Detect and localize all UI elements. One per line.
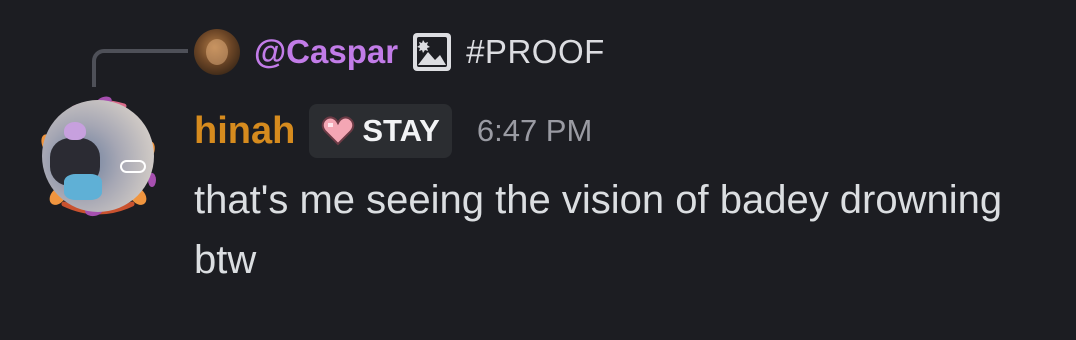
reply-preview[interactable]: @Caspar #PROOF — [194, 26, 605, 78]
reply-content[interactable]: #PROOF — [466, 33, 605, 71]
avatar-photo — [42, 100, 154, 212]
message-header: hinah STAY 6:47 PM — [194, 104, 592, 158]
author-avatar[interactable] — [34, 92, 162, 220]
reply-author-avatar[interactable] — [194, 29, 240, 75]
message-content: that's me seeing the vision of badey dro… — [194, 178, 1003, 282]
role-tag-label: STAY — [362, 113, 440, 148]
role-tag[interactable]: STAY — [309, 104, 452, 158]
chat-message: @Caspar #PROOF hinah STAY 6:47 PM that's… — [0, 0, 1076, 340]
reply-author-name[interactable]: @Caspar — [254, 33, 398, 71]
message-timestamp[interactable]: 6:47 PM — [477, 113, 592, 149]
reply-connector — [92, 49, 188, 87]
author-name[interactable]: hinah — [194, 110, 295, 153]
image-icon — [413, 33, 452, 71]
pink-heart-icon — [322, 116, 355, 146]
